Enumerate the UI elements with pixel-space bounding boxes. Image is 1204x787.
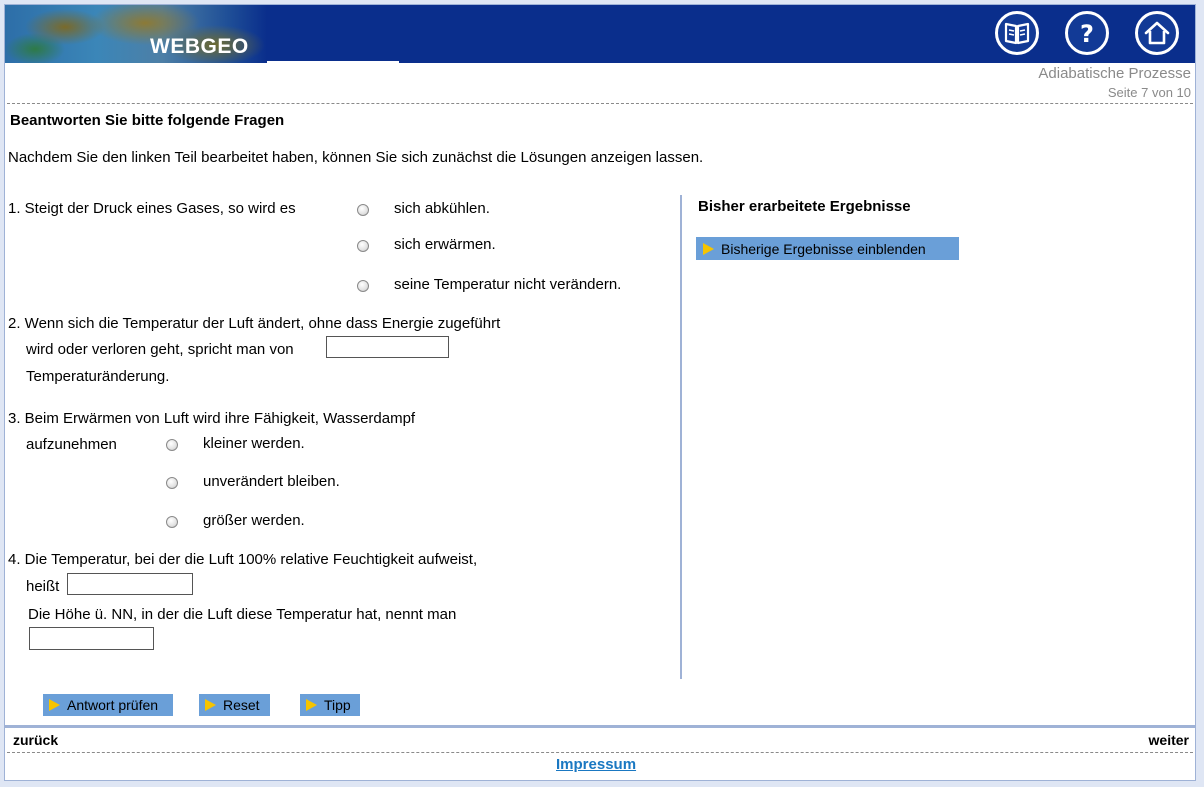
q3-option-1-label: kleiner werden.: [203, 435, 305, 452]
next-link[interactable]: weiter: [1149, 732, 1189, 748]
question-3-line-1: 3. Beim Erwärmen von Luft wird ihre Fähi…: [8, 410, 416, 427]
help-icon: ?: [1080, 20, 1094, 47]
q3-option-2-radio[interactable]: [166, 477, 178, 489]
check-answer-label: Antwort prüfen: [67, 697, 159, 713]
home-button[interactable]: [1135, 11, 1179, 55]
tip-button[interactable]: Tipp: [300, 694, 360, 716]
svg-text:?: ?: [1080, 20, 1094, 47]
question-4-line-1: 4. Die Temperatur, bei der die Luft 100%…: [8, 551, 478, 568]
impressum-link[interactable]: Impressum: [556, 756, 636, 773]
webgeo-banner: WEBGEO: [5, 5, 267, 63]
help-button[interactable]: ?: [1065, 11, 1109, 55]
app-frame: WEBGEO ? Adiabatische Prozesse Seite 7 v…: [4, 4, 1196, 781]
question-2-line-1: 2. Wenn sich die Temperatur der Luft änd…: [8, 315, 501, 332]
back-link[interactable]: zurück: [13, 732, 58, 748]
footer-divider: [5, 725, 1195, 728]
q2-answer-input[interactable]: [326, 336, 449, 358]
intro-text: Nachdem Sie den linken Teil bearbeitet h…: [8, 149, 704, 166]
footer-dashed-divider: [7, 752, 1193, 753]
page-heading: Beantworten Sie bitte folgende Fragen: [10, 112, 285, 129]
question-4-line-2: heißt: [26, 578, 60, 595]
question-1-text: 1. Steigt der Druck eines Gases, so wird…: [8, 200, 296, 217]
q4-condensation-level-input[interactable]: [29, 627, 154, 650]
reset-label: Reset: [223, 697, 260, 713]
check-answer-button[interactable]: Antwort prüfen: [43, 694, 173, 716]
glossary-button[interactable]: [995, 11, 1039, 55]
play-arrow-icon: [205, 699, 216, 711]
q1-option-3-label: seine Temperatur nicht verändern.: [394, 276, 622, 293]
show-results-label: Bisherige Ergebnisse einblenden: [721, 240, 926, 257]
q1-option-2-label: sich erwärmen.: [394, 236, 496, 253]
play-arrow-icon: [49, 699, 60, 711]
q3-option-3-radio[interactable]: [166, 516, 178, 528]
play-arrow-icon: [703, 242, 714, 255]
header-bar: WEBGEO ?: [5, 5, 1195, 63]
module-title: Adiabatische Prozesse: [1038, 65, 1191, 82]
play-arrow-icon: [306, 699, 317, 711]
q1-option-3-radio[interactable]: [357, 280, 369, 292]
q3-option-2-label: unverändert bleiben.: [203, 473, 340, 490]
book-icon: [1004, 22, 1030, 45]
question-2-line-3: Temperaturänderung.: [26, 368, 170, 385]
show-results-button[interactable]: Bisherige Ergebnisse einblenden: [696, 237, 959, 260]
top-divider: [7, 103, 1193, 104]
results-heading: Bisher erarbeitete Ergebnisse: [698, 198, 911, 215]
q3-option-3-label: größer werden.: [203, 512, 305, 529]
home-icon: [1144, 21, 1170, 45]
column-divider: [680, 195, 682, 679]
brand-title: WEBGEO: [150, 35, 249, 58]
q1-option-1-label: sich abkühlen.: [394, 200, 490, 217]
q1-option-2-radio[interactable]: [357, 240, 369, 252]
question-2-line-2: wird oder verloren geht, spricht man von: [26, 341, 294, 358]
q4-dewpoint-input[interactable]: [67, 573, 193, 595]
reset-button[interactable]: Reset: [199, 694, 270, 716]
header-divider: [267, 61, 399, 63]
tip-label: Tipp: [324, 697, 351, 713]
page-indicator: Seite 7 von 10: [1107, 85, 1191, 100]
q1-option-1-radio[interactable]: [357, 204, 369, 216]
question-3-line-2: aufzunehmen: [26, 436, 117, 453]
q3-option-1-radio[interactable]: [166, 439, 178, 451]
question-4-line-3: Die Höhe ü. NN, in der die Luft diese Te…: [28, 606, 457, 623]
